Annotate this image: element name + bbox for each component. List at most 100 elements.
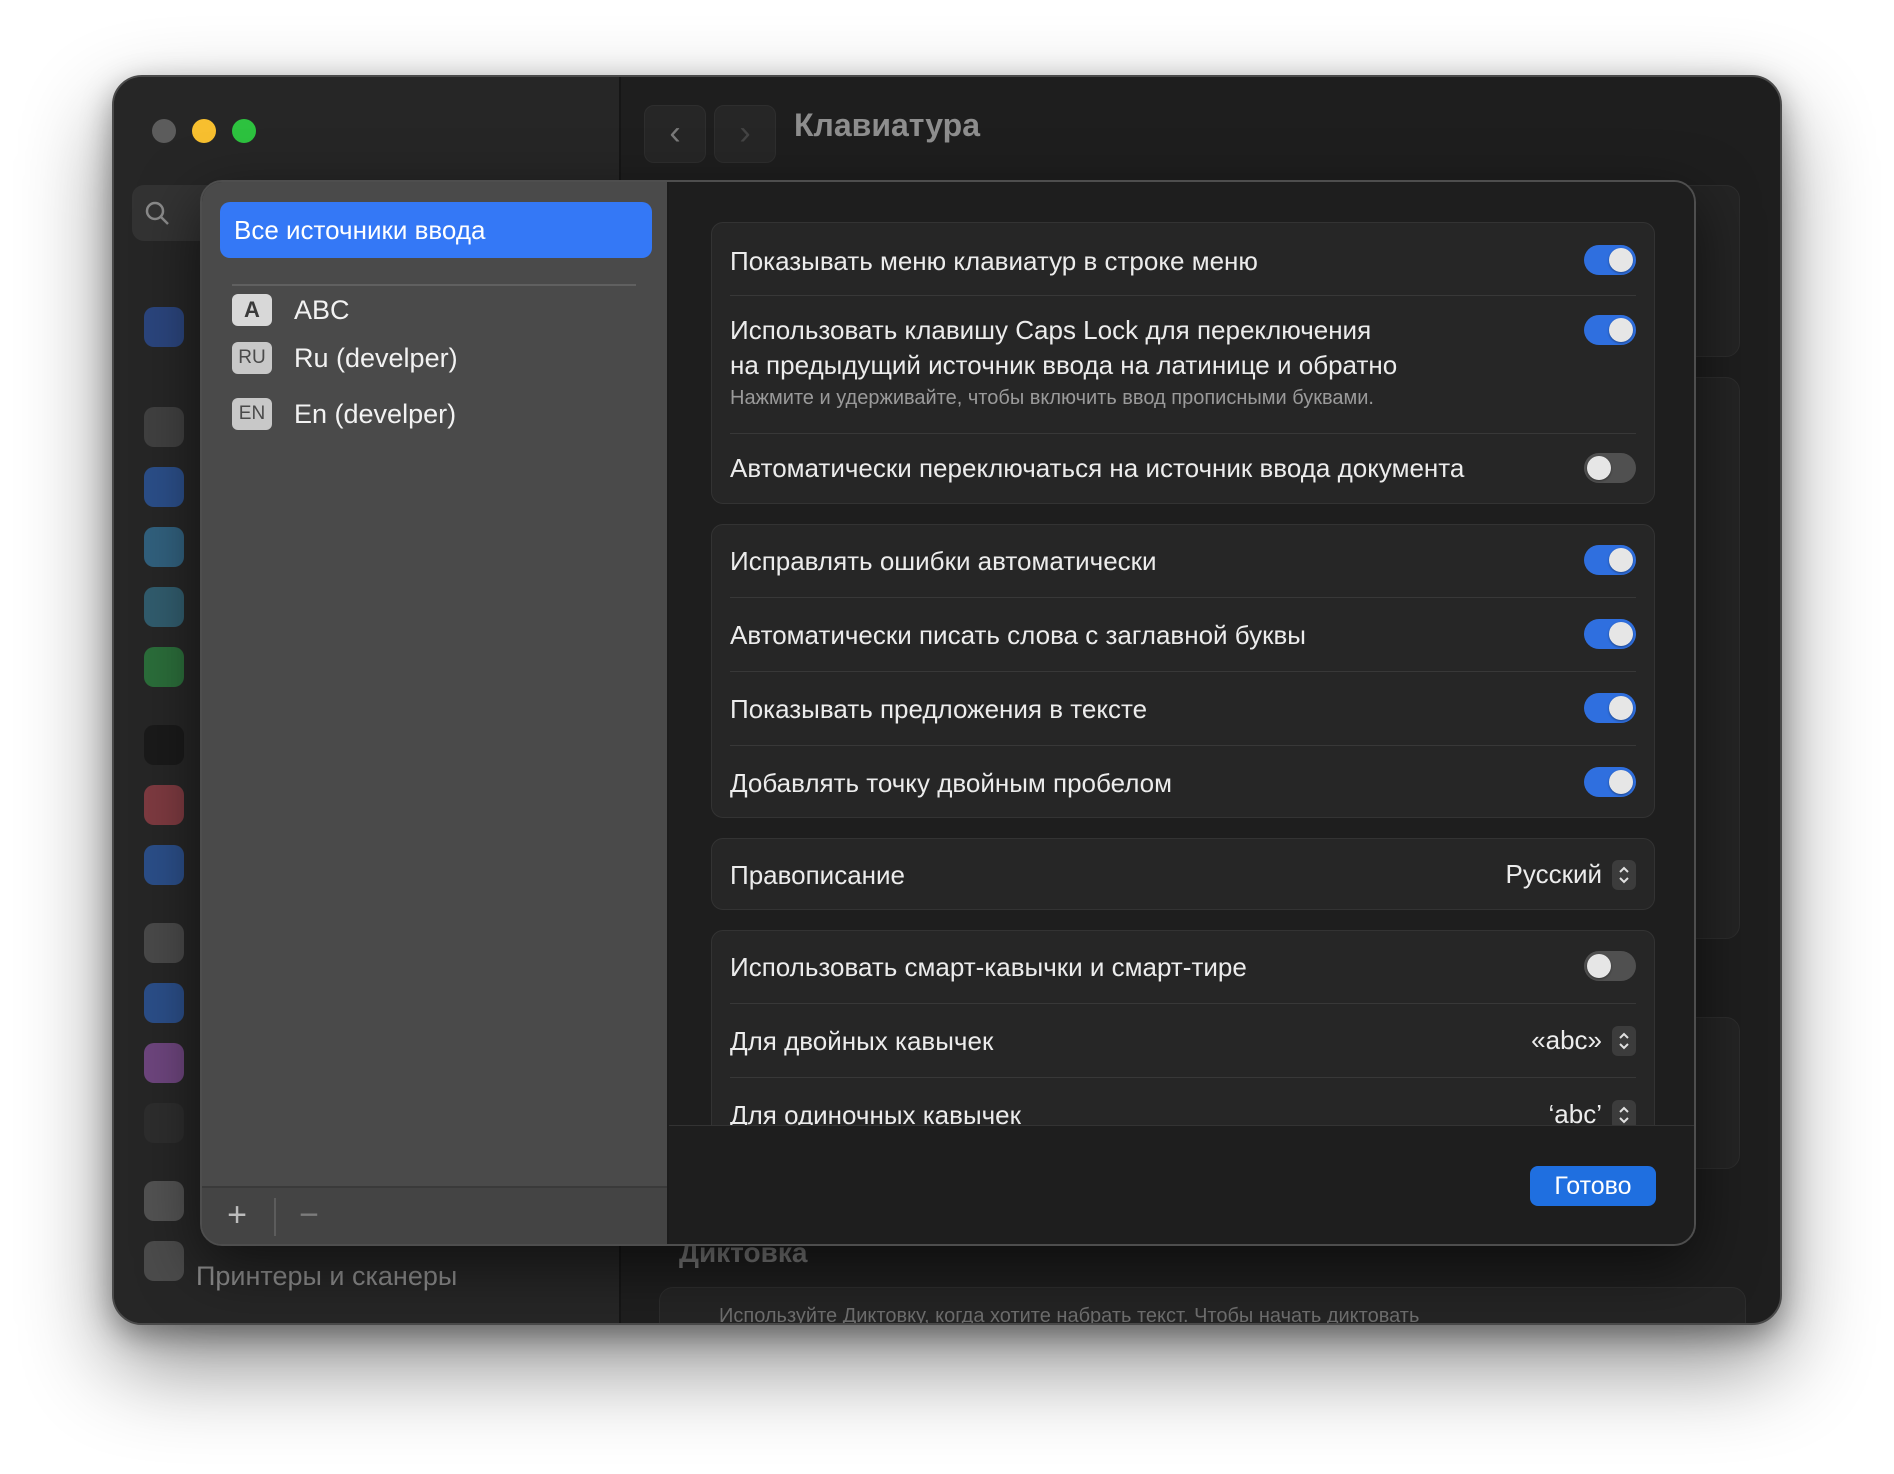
settings-pane: Показывать меню клавиатур в строке меню … bbox=[669, 182, 1694, 1126]
list-item[interactable]: EN En (develper) bbox=[232, 392, 456, 436]
search-icon bbox=[145, 201, 169, 225]
sidebar-item-printers[interactable]: Принтеры и сканеры bbox=[196, 1261, 457, 1292]
quotes-group: Использовать смарт-кавычки и смарт-тире … bbox=[711, 930, 1655, 1126]
toggle-knob bbox=[1609, 318, 1633, 342]
toggle-knob bbox=[1587, 456, 1611, 480]
internet-accounts-icon[interactable] bbox=[144, 983, 184, 1023]
spelling-label: Правописание bbox=[730, 859, 905, 890]
wallet-icon[interactable] bbox=[144, 1103, 184, 1143]
en-keyboard-icon: EN bbox=[232, 398, 272, 430]
settings-row: Для двойных кавычек bbox=[730, 1021, 1636, 1061]
double-quotes-popup[interactable]: «abc» bbox=[1531, 1025, 1636, 1056]
toggle-knob bbox=[1609, 248, 1633, 272]
show-menu-toggle[interactable] bbox=[1584, 245, 1636, 275]
remove-source-button[interactable]: − bbox=[288, 1196, 330, 1236]
page-title: Клавиатура bbox=[794, 107, 980, 143]
double-quotes-value: «abc» bbox=[1531, 1025, 1602, 1055]
input-sources-sheet: Все источники ввода A ABC RU Ru (develpe… bbox=[200, 180, 1696, 1246]
ru-keyboard-icon: RU bbox=[232, 342, 272, 374]
autocorrect-toggle[interactable] bbox=[1584, 545, 1636, 575]
row-divider bbox=[730, 1003, 1636, 1004]
suggestions-toggle[interactable] bbox=[1584, 693, 1636, 723]
brightness-icon[interactable] bbox=[144, 467, 184, 507]
row-divider bbox=[730, 745, 1636, 746]
screensaver-icon[interactable] bbox=[144, 527, 184, 567]
list-item[interactable]: A ABC bbox=[232, 288, 350, 332]
source-label: En (develper) bbox=[294, 398, 457, 429]
forward-button[interactable]: › bbox=[714, 105, 776, 163]
settings-row: Использовать клавишу Caps Lock для перек… bbox=[730, 315, 1636, 410]
display-icon[interactable] bbox=[144, 407, 184, 447]
hand-icon[interactable] bbox=[144, 307, 184, 347]
toggle-knob bbox=[1609, 548, 1633, 572]
spelling-value: Русский bbox=[1505, 859, 1602, 889]
toggle-knob bbox=[1609, 770, 1633, 794]
double-space-period-toggle[interactable] bbox=[1584, 767, 1636, 797]
chevron-up-down-icon bbox=[1612, 1025, 1636, 1056]
passwords-icon[interactable] bbox=[144, 923, 184, 963]
abc-keyboard-icon: A bbox=[232, 294, 272, 326]
auto-switch-label: Автоматически переключаться на источник … bbox=[730, 452, 1465, 483]
users-icon[interactable] bbox=[144, 845, 184, 885]
minimize-window-button[interactable] bbox=[192, 119, 216, 143]
spelling-popup[interactable]: Русский bbox=[1506, 859, 1636, 890]
source-label: Ru (develper) bbox=[294, 342, 458, 373]
single-quotes-popup[interactable]: ‘abc’ bbox=[1549, 1099, 1636, 1126]
settings-row: Автоматически переключаться на источник … bbox=[730, 445, 1636, 491]
autocorrect-label: Исправлять ошибки автоматически bbox=[730, 545, 1157, 576]
lock-icon[interactable] bbox=[144, 725, 184, 765]
toggle-knob bbox=[1587, 954, 1611, 978]
source-label: ABC bbox=[294, 294, 350, 325]
auto-switch-toggle[interactable] bbox=[1584, 453, 1636, 483]
list-item[interactable]: RU Ru (develper) bbox=[232, 336, 458, 380]
touch-id-icon[interactable] bbox=[144, 785, 184, 825]
input-settings-group: Показывать меню клавиатур в строке меню … bbox=[711, 222, 1655, 504]
settings-row: Правописание bbox=[730, 853, 1636, 897]
caps-lock-label-line1: Использовать клавишу Caps Lock для перек… bbox=[730, 315, 1372, 345]
row-divider bbox=[730, 433, 1636, 434]
settings-row: Автоматически писать слова с заглавной б… bbox=[730, 615, 1636, 655]
printer-icon[interactable] bbox=[144, 1241, 184, 1281]
zoom-window-button[interactable] bbox=[232, 119, 256, 143]
smart-quotes-label: Использовать смарт-кавычки и смарт-тире bbox=[730, 951, 1247, 982]
row-divider bbox=[730, 1077, 1636, 1078]
toolbar-divider bbox=[274, 1198, 276, 1236]
back-button[interactable]: ‹ bbox=[644, 105, 706, 163]
settings-row: Для одиночных кавычек bbox=[730, 1095, 1636, 1127]
sheet-footer: Готово bbox=[669, 1125, 1694, 1244]
game-center-icon[interactable] bbox=[144, 1043, 184, 1083]
double-quotes-label: Для двойных кавычек bbox=[730, 1025, 994, 1056]
dictation-description: Используйте Диктовку, когда хотите набра… bbox=[719, 1305, 1420, 1325]
keyboard-icon[interactable] bbox=[144, 1181, 184, 1221]
toggle-knob bbox=[1609, 622, 1633, 646]
input-sources-list: Все источники ввода A ABC RU Ru (develpe… bbox=[202, 182, 669, 1244]
single-quotes-label: Для одиночных кавычек bbox=[730, 1099, 1022, 1127]
caps-lock-hint: Нажмите и удерживайте, чтобы включить вв… bbox=[730, 387, 1374, 409]
close-window-button[interactable] bbox=[152, 119, 176, 143]
text-settings-group: Исправлять ошибки автоматически Автомати… bbox=[711, 524, 1655, 818]
list-divider bbox=[232, 284, 636, 286]
single-quotes-value: ‘abc’ bbox=[1548, 1099, 1602, 1126]
all-input-sources-item[interactable]: Все источники ввода bbox=[220, 202, 652, 258]
chevron-up-down-icon bbox=[1612, 1099, 1636, 1126]
show-menu-label: Показывать меню клавиатур в строке меню bbox=[730, 245, 1258, 276]
done-button[interactable]: Готово bbox=[1530, 1166, 1656, 1206]
capitalize-label: Автоматически писать слова с заглавной б… bbox=[730, 619, 1306, 650]
add-source-button[interactable]: + bbox=[216, 1196, 258, 1236]
double-space-period-label: Добавлять точку двойным пробелом bbox=[730, 767, 1173, 798]
smart-quotes-toggle[interactable] bbox=[1584, 951, 1636, 981]
suggestions-label: Показывать предложения в тексте bbox=[730, 693, 1148, 724]
caps-lock-label-line2: на предыдущий источник ввода на латинице… bbox=[730, 350, 1398, 380]
row-divider bbox=[730, 671, 1636, 672]
caps-lock-toggle[interactable] bbox=[1584, 315, 1636, 345]
battery-icon[interactable] bbox=[144, 647, 184, 687]
chevron-up-down-icon bbox=[1612, 859, 1636, 890]
settings-row: Показывать предложения в тексте bbox=[730, 689, 1636, 729]
desktop-icon[interactable] bbox=[144, 587, 184, 627]
spelling-group: Правописание Русский bbox=[711, 838, 1655, 910]
settings-row: Исправлять ошибки автоматически bbox=[730, 541, 1636, 581]
settings-row: Использовать смарт-кавычки и смарт-тире bbox=[730, 947, 1636, 987]
row-divider bbox=[730, 597, 1636, 598]
settings-row: Показывать меню клавиатур в строке меню bbox=[730, 241, 1636, 281]
capitalize-toggle[interactable] bbox=[1584, 619, 1636, 649]
